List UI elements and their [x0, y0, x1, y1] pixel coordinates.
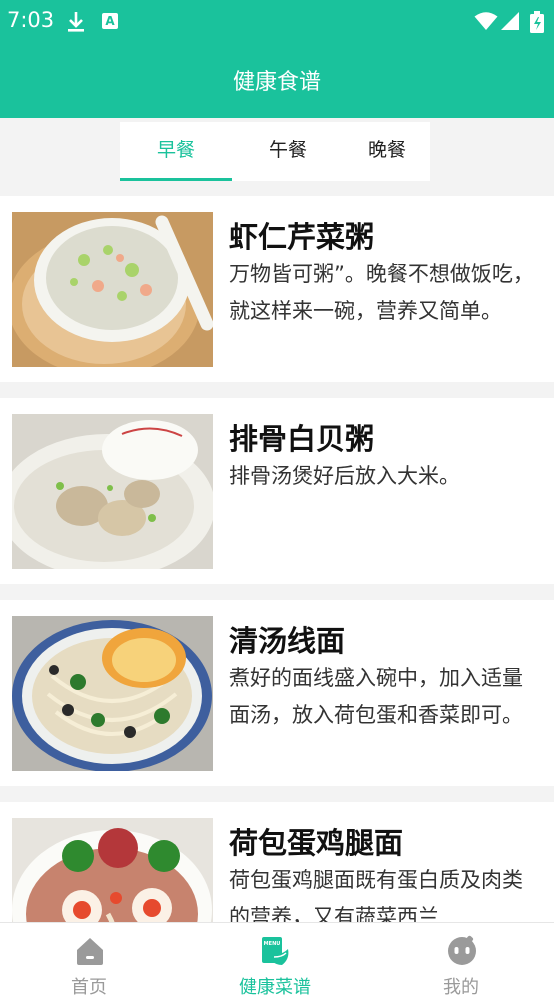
recipe-title: 清汤线面 [229, 624, 346, 658]
tab-breakfast[interactable]: 早餐 [120, 122, 232, 181]
tab-label: 午餐 [268, 139, 307, 161]
bottom-navigation: 首页 MENU 健康菜谱 我的 [0, 922, 554, 996]
recipe-title: 虾仁芹菜粥 [229, 220, 375, 254]
battery-icon [530, 11, 544, 37]
signal-icon [500, 11, 520, 35]
recipe-card[interactable]: 清汤线面 煮好的面线盛入碗中，加入适量面汤，放入荷包蛋和香菜即可。 [0, 600, 554, 786]
tab-label: 早餐 [156, 139, 195, 161]
recipe-card[interactable]: 排骨白贝粥 排骨汤煲好后放入大米。 [0, 398, 554, 584]
status-time: 7:03 [7, 8, 55, 32]
meal-tabs: 早餐 午餐 晚餐 [120, 122, 430, 181]
nav-label: 首页 [71, 977, 107, 996]
download-icon [66, 11, 86, 37]
tab-lunch[interactable]: 午餐 [232, 122, 344, 181]
recipe-description: 排骨汤煲好后放入大米。 [229, 464, 460, 488]
status-bar: 7:03 A [0, 0, 554, 44]
nav-home[interactable]: 首页 [19, 923, 159, 996]
tab-label: 晚餐 [367, 139, 406, 161]
nav-label: 健康菜谱 [239, 977, 311, 996]
app-bar: 健康食谱 [0, 44, 554, 118]
recipe-card[interactable]: 虾仁芹菜粥 万物皆可粥”。晚餐不想做饭吃，就这样来一碗，营养又简单。 [0, 196, 554, 382]
wifi-icon [474, 11, 498, 35]
recipe-description: 万物皆可粥”。晚餐不想做饭吃，就这样来一碗，营养又简单。 [229, 262, 534, 323]
tab-dinner[interactable]: 晚餐 [344, 122, 430, 181]
recipe-image [12, 616, 213, 771]
menu-icon-text: MENU [264, 941, 281, 947]
recipe-title: 荷包蛋鸡腿面 [229, 826, 404, 860]
home-icon [74, 935, 106, 967]
a-notification-icon: A [102, 13, 118, 29]
recipe-image [12, 212, 213, 367]
recipe-image [12, 414, 213, 569]
recipe-title: 排骨白贝粥 [229, 422, 375, 456]
page-title: 健康食谱 [232, 70, 321, 95]
nav-label: 我的 [443, 977, 479, 996]
profile-icon [446, 935, 478, 967]
menu-icon: MENU [260, 935, 292, 967]
recipe-description: 煮好的面线盛入碗中，加入适量面汤，放入荷包蛋和香菜即可。 [229, 666, 523, 727]
nav-recipes[interactable]: MENU 健康菜谱 [205, 923, 345, 996]
tab-indicator [120, 178, 232, 181]
nav-profile[interactable]: 我的 [391, 923, 531, 996]
